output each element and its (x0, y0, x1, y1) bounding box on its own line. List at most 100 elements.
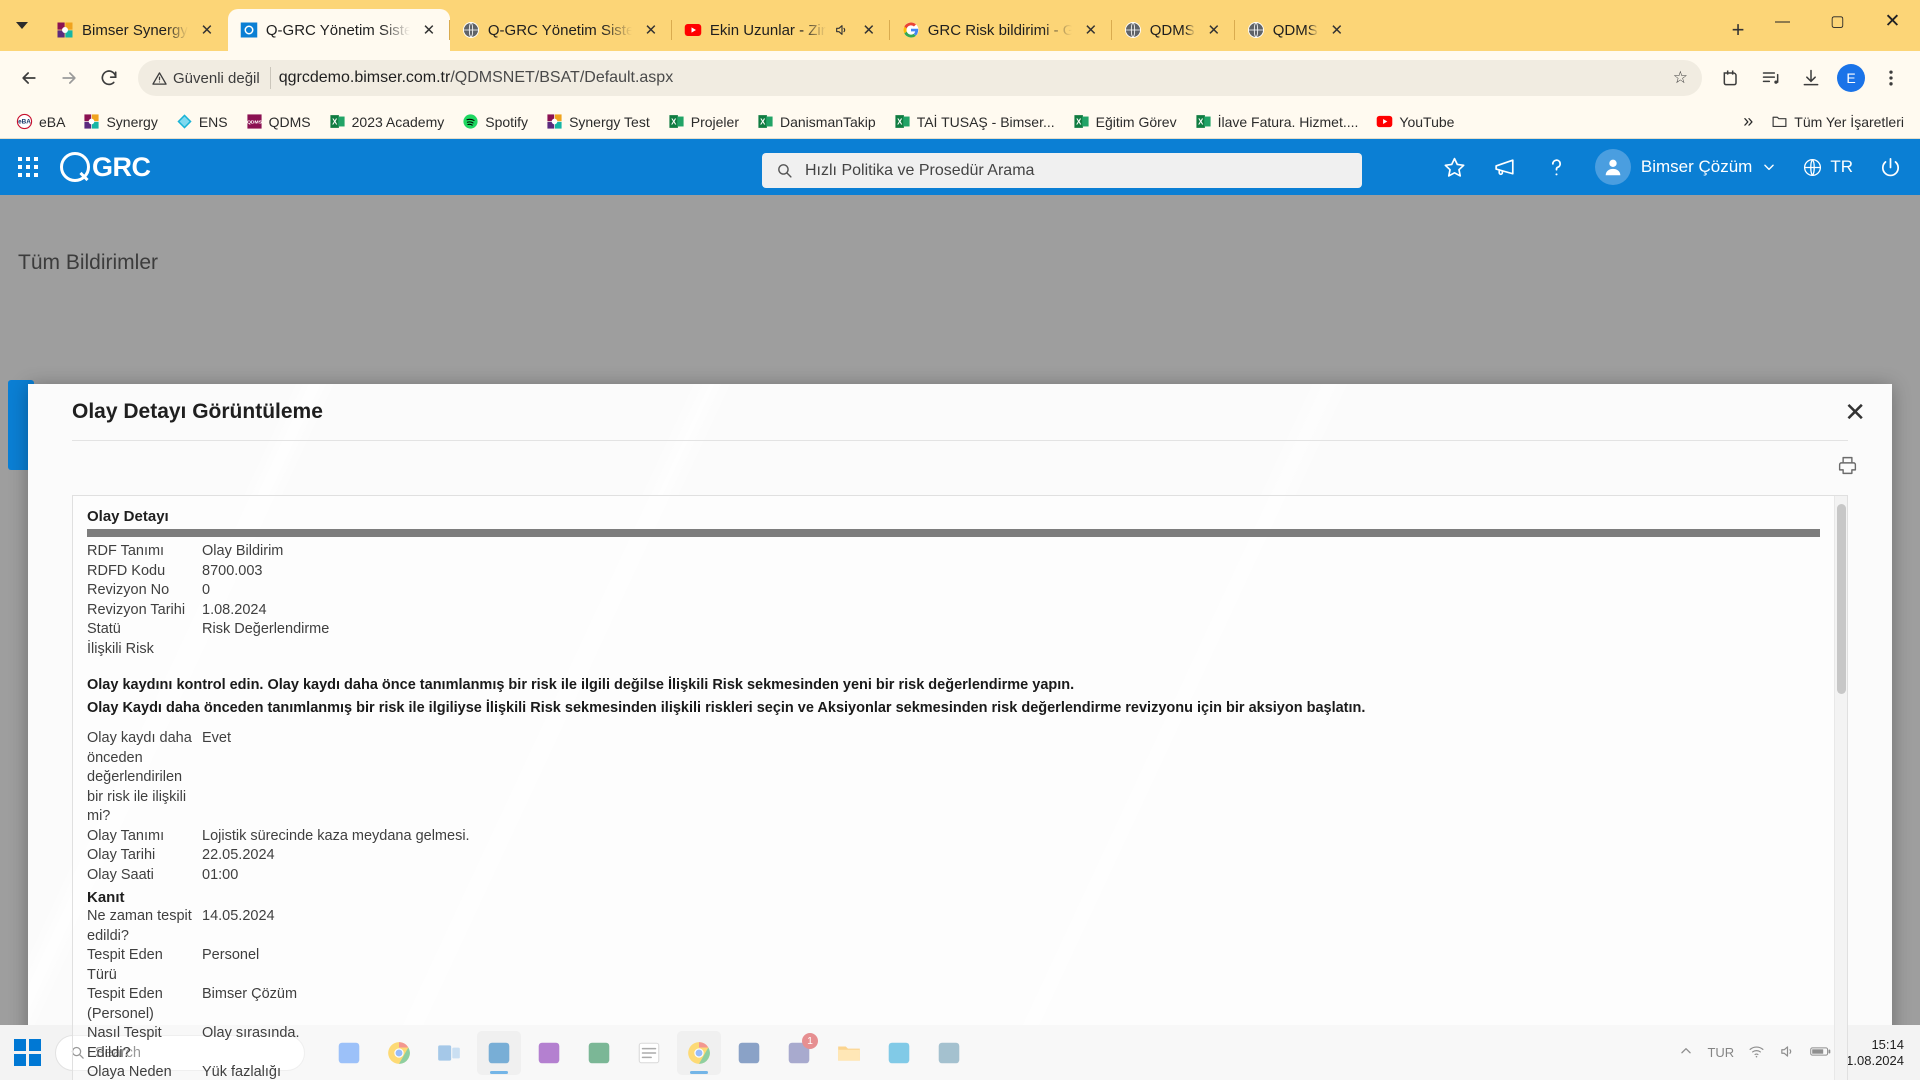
bookmarks-overflow-button[interactable]: » (1735, 107, 1761, 136)
language-selector[interactable]: TR (1802, 157, 1853, 178)
bookmark-item[interactable]: X DanismanTakip (749, 109, 884, 134)
window-close-button[interactable]: ✕ (1865, 0, 1920, 42)
back-button[interactable] (10, 59, 48, 97)
bookmark-item[interactable]: Synergy Test (538, 109, 658, 134)
detail-row: Olaya Neden Olan Faktörler Yük fazlalığı (87, 1063, 1820, 1080)
grc-logo[interactable]: GRC (60, 152, 151, 183)
window-maximize-button[interactable]: ▢ (1810, 0, 1865, 42)
tab-search-button[interactable] (0, 0, 44, 51)
url-host: qgrcdemo.bimser.com.tr (278, 69, 451, 86)
tab-close-button[interactable]: ✕ (196, 19, 218, 41)
bookmark-star-icon[interactable]: ☆ (1673, 68, 1688, 88)
address-bar[interactable]: Güvenli değil qgrcdemo.bimser.com.tr/QDM… (138, 60, 1702, 96)
spotify-icon (463, 114, 478, 129)
browser-tab[interactable]: Q-GRC Yönetim Siste ✕ (227, 9, 450, 51)
bookmark-item[interactable]: Synergy (75, 109, 165, 134)
profile-avatar[interactable]: E (1832, 59, 1870, 97)
excel-icon: X (895, 115, 910, 128)
quick-search-placeholder: Hızlı Politika ve Prosedür Arama (805, 161, 1035, 179)
detail-row-label: Olay Tarihi (87, 847, 156, 863)
avatar (1594, 149, 1631, 185)
window-controls: — ▢ ✕ (1755, 0, 1920, 51)
browser-tab[interactable]: Q-GRC Yönetim Siste ✕ (448, 9, 672, 51)
extensions-icon[interactable] (1712, 59, 1750, 97)
tab-title: Ekin Uzunlar - Zir (709, 21, 826, 39)
bimser-icon (57, 22, 73, 38)
tab-close-button[interactable]: ✕ (1326, 19, 1348, 41)
bookmark-item[interactable]: Spotify (454, 109, 536, 134)
bookmark-item[interactable]: X 2023 Academy (321, 109, 453, 134)
bookmark-item[interactable]: X Projeler (660, 109, 747, 134)
tab-close-button[interactable]: ✕ (1203, 19, 1225, 41)
screen: Bimser Synergy ✕ Q-GRC Yönetim Siste ✕ Q-GRC… (0, 0, 1920, 1080)
browser-tab[interactable]: QDMS ✕ (1233, 9, 1358, 51)
svg-text:QDMS: QDMS (247, 120, 263, 126)
apps-grid-icon[interactable] (18, 157, 38, 177)
help-icon[interactable] (1544, 155, 1569, 180)
bookmark-item[interactable]: QDMS QDMS (238, 109, 319, 134)
detail-row: Olay kaydı daha önceden değerlendirilen … (87, 729, 1820, 827)
subsection-title: Kanıt (87, 889, 125, 906)
taskbar-clock[interactable]: 15:14 1.08.2024 (1846, 1037, 1904, 1069)
security-label: Güvenli değil (173, 69, 260, 87)
detail-row-value: Olay Bildirim (202, 543, 284, 559)
eba-icon: eBA (16, 113, 33, 130)
bookmark-label: Synergy Test (569, 113, 650, 130)
bookmark-item[interactable]: X Eğitim Görev (1065, 109, 1185, 134)
bookmark-label: YouTube (1399, 113, 1455, 130)
browser-tab[interactable]: Ekin Uzunlar - Zir ✕ (670, 9, 890, 51)
modal-title: Olay Detayı Görüntüleme (72, 400, 323, 423)
user-menu[interactable]: Bimser Çözüm (1594, 149, 1776, 185)
tab-separator (448, 20, 450, 40)
star-icon[interactable] (1442, 155, 1467, 180)
bookmark-item[interactable]: ENS (168, 109, 236, 134)
reload-button[interactable] (90, 59, 128, 97)
tab-close-button[interactable]: ✕ (858, 19, 880, 41)
tab-audio-icon[interactable] (834, 22, 850, 38)
megaphone-icon[interactable] (1493, 155, 1518, 180)
panel-scrollbar[interactable] (1834, 496, 1847, 1080)
browser-tab[interactable]: GRC Risk bildirimi - G ✕ (888, 9, 1112, 51)
print-icon[interactable] (1837, 455, 1858, 481)
bookmarks-bar: eBA eBA Synergy ENS QDMS QDMS X 2023 Academy Spo… (0, 105, 1920, 139)
chevron-down-icon (1764, 164, 1775, 171)
window-minimize-button[interactable]: — (1755, 0, 1810, 42)
detail-row-value: Olay sırasında. (202, 1025, 300, 1041)
tab-close-button[interactable]: ✕ (1080, 19, 1102, 41)
bookmark-item[interactable]: X İlave Fatura. Hizmet.... (1187, 109, 1367, 134)
tab-close-button[interactable]: ✕ (418, 19, 440, 41)
media-control-icon[interactable] (1752, 59, 1790, 97)
new-tab-button[interactable]: + (1721, 13, 1755, 47)
tab-separator (670, 20, 672, 40)
logo-text: GRC (92, 151, 151, 182)
browser-tab[interactable]: QDMS ✕ (1110, 9, 1235, 51)
all-bookmarks-button[interactable]: Tüm Yer İşaretleri (1763, 109, 1912, 134)
chrome-menu-icon[interactable] (1872, 59, 1910, 97)
bookmarks-overflow: » Tüm Yer İşaretleri (1735, 107, 1912, 136)
quick-search-input[interactable]: Hızlı Politika ve Prosedür Arama (762, 153, 1362, 188)
power-icon[interactable] (1879, 156, 1902, 179)
bookmark-item[interactable]: YouTube (1368, 109, 1462, 134)
chevron-down-icon (16, 22, 28, 29)
security-indicator[interactable]: Güvenli değil (152, 67, 271, 89)
section-header-bar (87, 529, 1820, 537)
bookmark-item[interactable]: X TAİ TUSAŞ - Bimser... (886, 109, 1063, 134)
qdms-icon: QDMS (247, 114, 263, 129)
forward-button[interactable] (50, 59, 88, 97)
browser-tab[interactable]: Bimser Synergy ✕ (44, 9, 228, 51)
detail-row: Tespit Eden (Personel) Bimser Çözüm (87, 985, 1820, 1024)
tab-close-button[interactable]: ✕ (640, 19, 662, 41)
detail-row-value: Risk Değerlendirme (202, 621, 330, 637)
bookmark-item[interactable]: eBA eBA (8, 109, 73, 134)
tab-title: Q-GRC Yönetim Siste (265, 21, 410, 39)
detail-row-label: RDFD Kodu (87, 562, 166, 579)
detail-row: Tespit Eden Türü Personel (87, 946, 1820, 985)
grc-application: GRC Hızlı Politika ve Prosedür Arama Bim… (0, 139, 1920, 1080)
downloads-icon[interactable] (1792, 59, 1830, 97)
ens-icon (177, 114, 192, 129)
detail-row-label: Tespit Eden (Personel) (87, 986, 163, 1022)
detail-row: Revizyon No 0 (87, 581, 1820, 601)
detail-row-label: Olaya Neden Olan Faktörler (87, 1064, 172, 1080)
windows-icon[interactable] (14, 1039, 41, 1066)
close-icon[interactable]: ✕ (1844, 399, 1866, 425)
